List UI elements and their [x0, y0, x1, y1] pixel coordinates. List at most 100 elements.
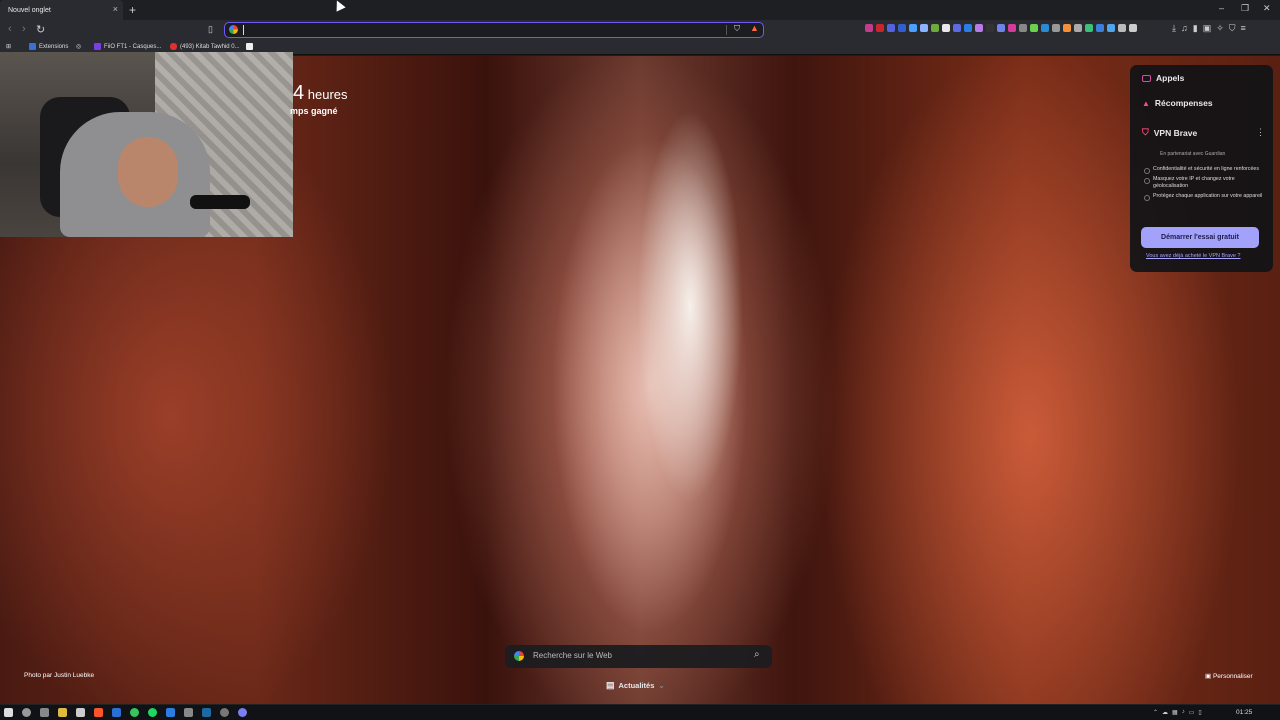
volume-icon[interactable]: ♪ — [1182, 709, 1185, 716]
music-icon[interactable]: ♫ — [1181, 23, 1188, 34]
vpn-brave-item[interactable]: ⛉ VPN Brave — [1142, 127, 1197, 138]
google-icon — [514, 651, 524, 661]
extension-icon[interactable] — [920, 24, 928, 32]
bookmark-extensions[interactable]: Extensions — [29, 43, 68, 50]
customize-icon: ▣ — [1205, 673, 1212, 680]
address-bar-divider — [726, 25, 727, 35]
taskbar-clock[interactable]: 01:25 — [1236, 709, 1252, 716]
address-bar[interactable]: ⛉ ▲ — [224, 22, 764, 38]
vpn-benefits-list: Confidentialité et sécurité en ligne ren… — [1143, 166, 1265, 203]
appels-item[interactable]: Appels — [1142, 73, 1184, 83]
apps-grid-icon[interactable]: ⊞ — [6, 43, 11, 50]
extension-icon[interactable] — [931, 24, 939, 32]
sidebar-icon[interactable]: ▮ — [1193, 23, 1198, 34]
chevron-up-icon[interactable]: ⌃ — [1153, 709, 1158, 716]
extension-icon[interactable] — [997, 24, 1005, 32]
news-toggle[interactable]: ▤ Actualités ⌄ — [606, 680, 665, 691]
extension-icon[interactable] — [942, 24, 950, 32]
tab-bar: Nouvel onglet × + – ❐ ✕ — [0, 0, 1280, 20]
vpn-benefit-item: Protégez chaque application sur votre ap… — [1143, 193, 1265, 201]
forward-icon[interactable]: › — [22, 23, 26, 35]
back-icon[interactable]: ‹ — [8, 23, 12, 35]
already-purchased-link[interactable]: Vous avez déjà acheté le VPN Brave ? — [1146, 253, 1240, 259]
spotify-icon[interactable] — [148, 708, 157, 717]
recompenses-item[interactable]: ▲ Récompenses — [1142, 98, 1213, 108]
vpn-shield-icon[interactable]: ⛉ — [1229, 23, 1236, 34]
extension-icon[interactable] — [898, 24, 906, 32]
time-saved-unit: heures — [307, 87, 348, 102]
leo-ai-icon[interactable]: ✧ — [1216, 23, 1224, 34]
reload-icon[interactable]: ↻ — [36, 23, 45, 36]
globe-icon[interactable]: ◎ — [76, 43, 81, 50]
extension-icon[interactable] — [1074, 24, 1082, 32]
extension-icon[interactable] — [1019, 24, 1027, 32]
extension-icon[interactable] — [1030, 24, 1038, 32]
bookmark-edit-icon[interactable] — [246, 43, 253, 50]
app-icon[interactable] — [112, 708, 121, 717]
photo-credit[interactable]: Photo par Justin Luebke — [24, 672, 94, 679]
search-placeholder: Recherche sur le Web — [533, 651, 612, 660]
extension-icon[interactable] — [1052, 24, 1060, 32]
tab-close-icon[interactable]: × — [113, 4, 118, 14]
extension-icon[interactable] — [1118, 24, 1126, 32]
vpn-benefit-item: Masquez votre IP et changez votre géoloc… — [1143, 176, 1265, 190]
extension-icon[interactable] — [1063, 24, 1071, 32]
battery-icon[interactable]: ▯ — [1198, 709, 1201, 716]
tab-title: Nouvel onglet — [8, 6, 51, 14]
bookmark-youtube[interactable]: (493) Kitab Tawhid 0... — [170, 43, 240, 50]
search-icon[interactable] — [22, 708, 31, 717]
file-explorer-icon[interactable] — [58, 708, 67, 717]
bookmark-fiio[interactable]: FiiO FT1 - Casques... — [94, 43, 161, 50]
network-icon[interactable]: ▦ — [1172, 709, 1178, 716]
whatsapp-icon[interactable] — [130, 708, 139, 717]
extension-icon[interactable] — [975, 24, 983, 32]
personalize-button[interactable]: ▣ Personnaliser — [1205, 672, 1253, 680]
web-search-box[interactable]: Recherche sur le Web ⌕ — [505, 645, 772, 668]
fiio-favicon-icon — [94, 43, 101, 50]
brave-browser-icon[interactable] — [94, 708, 103, 717]
search-icon[interactable]: ⌕ — [754, 649, 760, 660]
download-icon[interactable]: ⤓ — [1172, 23, 1176, 34]
wallet-icon[interactable]: ▣ — [1203, 23, 1212, 34]
new-tab-button[interactable]: + — [129, 3, 136, 17]
start-free-trial-button[interactable]: Démarrer l'essai gratuit — [1141, 227, 1259, 248]
steam-icon[interactable] — [202, 708, 211, 717]
extension-icon[interactable] — [909, 24, 917, 32]
extension-icon[interactable] — [1041, 24, 1049, 32]
google-icon — [229, 25, 238, 34]
app-icon[interactable] — [238, 708, 247, 717]
start-icon[interactable] — [4, 708, 13, 717]
keyboard-icon[interactable]: ▭ — [1189, 709, 1195, 716]
extension-icon[interactable] — [887, 24, 895, 32]
app-icon[interactable] — [76, 708, 85, 717]
brave-rewards-icon[interactable]: ▲ — [750, 23, 759, 33]
app-icon[interactable] — [166, 708, 175, 717]
extension-icon[interactable] — [953, 24, 961, 32]
close-window-icon[interactable]: ✕ — [1263, 3, 1271, 14]
extension-icon[interactable] — [1107, 24, 1115, 32]
extension-icon[interactable] — [1008, 24, 1016, 32]
menu-icon[interactable]: ≡ — [1241, 23, 1246, 34]
extension-icons — [865, 24, 1137, 32]
app-icon[interactable] — [184, 708, 193, 717]
task-view-icon[interactable] — [40, 708, 49, 717]
extension-icon[interactable] — [865, 24, 873, 32]
text-caret — [243, 25, 244, 35]
minimize-icon[interactable]: – — [1219, 3, 1224, 13]
time-saved-stat: 4 heures — [293, 82, 348, 105]
extension-icon[interactable] — [1096, 24, 1104, 32]
extension-icon[interactable] — [1129, 24, 1137, 32]
bookmark-icon[interactable]: ▯ — [208, 24, 213, 35]
cloud-icon[interactable]: ☁ — [1162, 709, 1168, 716]
tab-new-tab[interactable]: Nouvel onglet × — [0, 0, 123, 20]
brave-shields-icon[interactable]: ⛉ — [734, 24, 740, 34]
more-options-icon[interactable]: ⋮ — [1256, 127, 1265, 138]
extension-icon[interactable] — [986, 24, 994, 32]
maximize-icon[interactable]: ❐ — [1241, 3, 1249, 14]
news-icon: ▤ — [606, 680, 615, 690]
extension-icon[interactable] — [1085, 24, 1093, 32]
extension-icon[interactable] — [876, 24, 884, 32]
app-icon[interactable] — [220, 708, 229, 717]
right-toolbar: ⤓ ♫ ▮ ▣ ✧ ⛉ ≡ — [1172, 23, 1246, 34]
extension-icon[interactable] — [964, 24, 972, 32]
